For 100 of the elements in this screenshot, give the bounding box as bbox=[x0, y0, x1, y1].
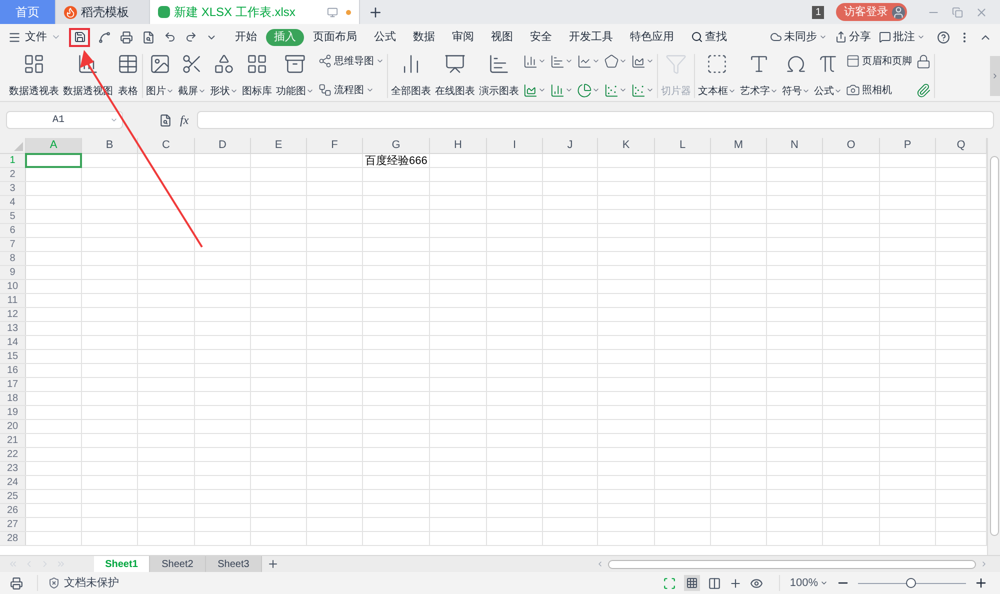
column-header[interactable]: F bbox=[307, 138, 363, 153]
chart-type-button[interactable] bbox=[550, 54, 573, 68]
chart-type-button[interactable] bbox=[523, 54, 546, 68]
chart-type-button[interactable] bbox=[577, 82, 600, 98]
row-header[interactable]: 10 bbox=[0, 280, 26, 293]
ribbon-tab[interactable]: 页面布局 bbox=[305, 28, 365, 46]
undo-icon[interactable] bbox=[164, 31, 176, 43]
formula-input[interactable] bbox=[196, 111, 994, 129]
row-header[interactable]: 14 bbox=[0, 336, 26, 349]
column-header[interactable]: H bbox=[430, 138, 487, 153]
row-header[interactable]: 2 bbox=[0, 168, 26, 181]
format-painter-icon[interactable] bbox=[98, 30, 111, 44]
ribbon-tab[interactable]: 安全 bbox=[522, 28, 560, 46]
help-icon[interactable] bbox=[937, 30, 950, 44]
column-header[interactable]: J bbox=[543, 138, 598, 153]
redo-icon[interactable] bbox=[185, 31, 197, 43]
ribbon-small-button[interactable]: 照相机 bbox=[846, 82, 912, 98]
row-header[interactable]: 7 bbox=[0, 238, 26, 251]
column-header[interactable]: M bbox=[711, 138, 767, 153]
login-button[interactable]: 访客登录 bbox=[836, 3, 907, 21]
name-box[interactable]: A1 bbox=[6, 111, 123, 129]
ribbon-tab[interactable]: 查找 bbox=[683, 28, 735, 46]
column-header[interactable]: O bbox=[823, 138, 880, 153]
column-header[interactable]: P bbox=[880, 138, 936, 153]
ribbon-button[interactable]: 截屏 bbox=[177, 52, 207, 98]
chart-type-button[interactable] bbox=[631, 82, 654, 98]
ribbon-tab[interactable]: 特色应用 bbox=[622, 28, 682, 46]
row-header[interactable]: 8 bbox=[0, 252, 26, 265]
chart-type-button[interactable] bbox=[604, 82, 627, 98]
row-header[interactable]: 15 bbox=[0, 350, 26, 363]
ribbon-button[interactable]: 在线图表 bbox=[434, 52, 476, 98]
file-menu[interactable]: 文件 bbox=[8, 28, 61, 46]
print-preview-icon[interactable] bbox=[142, 30, 155, 44]
slider-thumb[interactable] bbox=[906, 578, 916, 588]
zoom-lookup-icon[interactable] bbox=[159, 114, 172, 126]
chart-type-button[interactable] bbox=[523, 82, 546, 98]
ribbon-button[interactable]: 演示图表 bbox=[478, 52, 520, 98]
chart-type-button[interactable] bbox=[577, 54, 600, 68]
zoom-slider[interactable] bbox=[858, 577, 966, 589]
chart-type-button[interactable] bbox=[631, 54, 654, 68]
row-header[interactable]: 19 bbox=[0, 406, 26, 419]
row-header[interactable]: 16 bbox=[0, 364, 26, 377]
protection-status[interactable]: 文档未保护 bbox=[64, 574, 119, 592]
ribbon-tab[interactable]: 公式 bbox=[366, 28, 404, 46]
row-header[interactable]: 5 bbox=[0, 210, 26, 223]
ribbon-button[interactable]: 公式 bbox=[813, 52, 843, 98]
chart-type-button[interactable] bbox=[916, 54, 931, 68]
ribbon-button[interactable]: 图片 bbox=[145, 52, 175, 98]
ribbon-small-button[interactable]: 流程图 bbox=[318, 82, 384, 98]
ribbon-small-button[interactable]: 思维导图 bbox=[318, 54, 384, 68]
row-header[interactable]: 23 bbox=[0, 462, 26, 475]
document-tab[interactable]: 稻壳模板 bbox=[56, 0, 150, 24]
row-header[interactable]: 21 bbox=[0, 434, 26, 447]
ribbon-tab[interactable]: 开发工具 bbox=[561, 28, 621, 46]
eye-icon[interactable] bbox=[750, 576, 763, 590]
column-header[interactable]: B bbox=[82, 138, 138, 153]
row-header[interactable]: 13 bbox=[0, 322, 26, 335]
row-header[interactable]: 28 bbox=[0, 532, 26, 545]
ribbon-button[interactable]: 文本框 bbox=[697, 52, 737, 98]
vertical-scrollbar[interactable] bbox=[987, 138, 1000, 555]
sheet-tab[interactable]: Sheet3 bbox=[206, 556, 262, 572]
row-header[interactable]: 9 bbox=[0, 266, 26, 279]
row-header[interactable]: 26 bbox=[0, 504, 26, 517]
selected-cell[interactable] bbox=[25, 153, 82, 168]
ribbon-tab[interactable]: 数据 bbox=[405, 28, 443, 46]
row-header[interactable]: 20 bbox=[0, 420, 26, 433]
ribbon-tab[interactable]: 开始 bbox=[227, 28, 265, 46]
toolbar-button[interactable]: 未同步 bbox=[770, 28, 827, 46]
column-header[interactable]: D bbox=[195, 138, 251, 153]
save-button[interactable] bbox=[69, 28, 90, 46]
row-header[interactable]: 18 bbox=[0, 392, 26, 405]
column-header[interactable]: K bbox=[598, 138, 655, 153]
row-header[interactable]: 17 bbox=[0, 378, 26, 391]
ribbon-button[interactable]: 数据透视表 bbox=[8, 52, 60, 98]
normal-view-icon[interactable] bbox=[684, 575, 700, 591]
sheet-tab[interactable]: Sheet2 bbox=[150, 556, 206, 572]
column-header[interactable]: E bbox=[251, 138, 307, 153]
fullscreen-icon[interactable] bbox=[662, 576, 676, 590]
reading-mode-icon[interactable] bbox=[728, 576, 742, 590]
ribbon-small-button[interactable]: 页眉和页脚 bbox=[846, 54, 912, 68]
macro-icon[interactable] bbox=[10, 576, 23, 590]
print-icon[interactable] bbox=[120, 30, 133, 44]
row-header[interactable]: 3 bbox=[0, 182, 26, 195]
column-header[interactable]: C bbox=[138, 138, 195, 153]
zoom-percent[interactable]: 100% bbox=[778, 574, 828, 592]
row-header[interactable]: 25 bbox=[0, 490, 26, 503]
row-header[interactable]: 24 bbox=[0, 476, 26, 489]
zoom-in-icon[interactable] bbox=[974, 576, 988, 590]
ribbon-button[interactable]: 艺术字 bbox=[739, 52, 779, 98]
ribbon-button[interactable]: 功能图 bbox=[275, 52, 315, 98]
ribbon-button[interactable]: 形状 bbox=[209, 52, 239, 98]
ribbon-button[interactable]: 表格 bbox=[116, 52, 140, 98]
ribbon-button[interactable]: 全部图表 bbox=[390, 52, 432, 98]
chart-type-button[interactable] bbox=[550, 82, 573, 98]
row-header[interactable]: 6 bbox=[0, 224, 26, 237]
ribbon-button[interactable]: 图标库 bbox=[241, 52, 273, 98]
row-header[interactable]: 27 bbox=[0, 518, 26, 531]
chart-type-button[interactable] bbox=[604, 54, 627, 68]
page-break-icon[interactable] bbox=[708, 576, 721, 590]
row-header[interactable]: 4 bbox=[0, 196, 26, 209]
